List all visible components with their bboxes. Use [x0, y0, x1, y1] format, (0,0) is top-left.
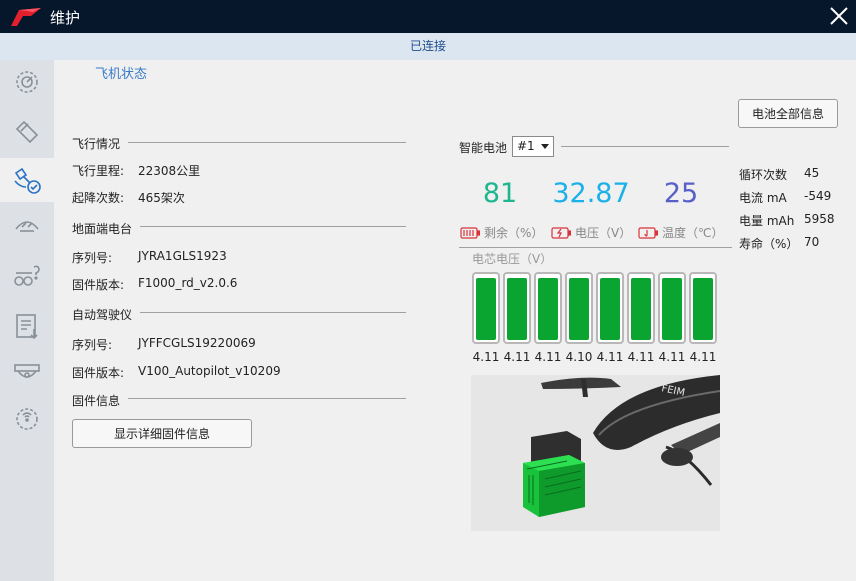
capacity-label: 电量 mAh — [739, 214, 795, 228]
current-value: -549 — [804, 189, 832, 203]
nav-diagnosis[interactable] — [0, 256, 54, 296]
landings-label: 起降次数: — [72, 191, 125, 205]
battery-cell — [472, 272, 500, 344]
temperature-metric: 温度（℃） — [638, 224, 723, 241]
battery-cell — [689, 272, 717, 344]
battery-cell — [503, 272, 531, 344]
battery-cell — [534, 272, 562, 344]
title-bar: 维护 — [0, 0, 856, 33]
remaining-value: 81 — [482, 178, 518, 209]
cycles-value: 45 — [804, 166, 820, 180]
battery-cell-voltage: 4.11 — [596, 350, 624, 364]
battery-cell-fill — [476, 278, 496, 340]
battery-voltage-icon — [551, 226, 571, 239]
battery-cell-voltage: 4.11 — [472, 350, 500, 364]
current-label: 电流 mA — [739, 191, 787, 205]
battery-cell — [565, 272, 593, 344]
temperature-value: 25 — [663, 178, 699, 209]
battery-cell — [658, 272, 686, 344]
connection-status: 已连接 — [0, 33, 856, 60]
battery-cell-voltage: 4.11 — [658, 350, 686, 364]
nav-tag[interactable] — [0, 112, 54, 152]
capacity-value: 5958 — [804, 212, 835, 226]
life-label: 寿命（%） — [739, 237, 799, 251]
wireless-gear-icon — [16, 408, 38, 430]
sidebar — [0, 60, 54, 581]
flight-section-title: 飞行情况 — [72, 137, 121, 151]
section-divider — [128, 398, 406, 399]
remaining-label: 剩余（%） — [484, 226, 544, 240]
battery-cell-voltage: 4.11 — [689, 350, 717, 364]
landings-value: 465架次 — [138, 191, 185, 205]
battery-cell-fill — [538, 278, 558, 340]
log-download-icon — [16, 314, 38, 340]
battery-cell-voltage: 4.11 — [627, 350, 655, 364]
satellite-check-icon — [14, 167, 41, 194]
voltage-label: 电压（V） — [575, 226, 632, 240]
battery-cell — [627, 272, 655, 344]
temperature-label: 温度（℃） — [662, 226, 724, 240]
battery-cell-fill — [662, 278, 682, 340]
ground-firmware-value: F1000_rd_v2.0.6 — [138, 276, 238, 290]
battery-all-info-button[interactable]: 电池全部信息 — [738, 99, 838, 128]
show-firmware-details-button[interactable]: 显示详细固件信息 — [72, 419, 252, 448]
battery-cell-voltage: 4.11 — [534, 350, 562, 364]
section-divider — [140, 312, 406, 313]
autopilot-firmware-label: 固件版本: — [72, 366, 125, 380]
ground-station-section-title: 地面端电台 — [72, 222, 133, 236]
cycles-label: 循环次数 — [739, 168, 788, 182]
drone-battery-image: FEIM — [471, 375, 720, 531]
section-divider — [128, 142, 406, 143]
chevron-down-icon — [541, 144, 549, 149]
battery-cell-fill — [631, 278, 651, 340]
battery-select[interactable]: #1 — [512, 136, 554, 157]
smart-battery-title: 智能电池 — [459, 141, 508, 155]
autopilot-firmware-value: V100_Autopilot_v10209 — [138, 364, 281, 378]
firmware-info-section-title: 固件信息 — [72, 394, 121, 408]
battery-level-icon — [460, 226, 480, 239]
app-logo-icon — [11, 8, 41, 26]
battery-cell — [596, 272, 624, 344]
section-divider — [561, 146, 729, 147]
pod-icon — [14, 364, 40, 378]
dashboard-gear-icon — [16, 71, 38, 93]
nav-dashboard[interactable] — [0, 62, 54, 102]
mileage-value: 22308公里 — [138, 164, 201, 178]
close-icon[interactable] — [828, 5, 850, 27]
cell-voltage-title: 电芯电压（V） — [472, 252, 553, 266]
autopilot-serial-value: JYFFCGLS19220069 — [138, 336, 256, 350]
autopilot-section-title: 自动驾驶仪 — [72, 308, 133, 322]
mileage-label: 飞行里程: — [72, 164, 125, 178]
voltage-metric: 电压（V） — [551, 224, 631, 241]
ground-serial-label: 序列号: — [72, 251, 113, 265]
voltage-value: 32.87 — [552, 178, 630, 209]
battery-cell-fill — [507, 278, 527, 340]
drone-illustration: FEIM — [471, 375, 720, 531]
nav-motor[interactable] — [0, 206, 54, 246]
battery-cell-fill — [569, 278, 589, 340]
ground-firmware-label: 固件版本: — [72, 278, 125, 292]
drone-help-icon — [14, 265, 40, 286]
nav-log[interactable] — [0, 306, 54, 346]
nav-wireless[interactable] — [0, 398, 54, 438]
battery-cell-voltage: 4.11 — [503, 350, 531, 364]
ground-serial-value: JYRA1GLS1923 — [138, 249, 227, 263]
window-title: 维护 — [50, 9, 81, 27]
life-value: 70 — [804, 235, 820, 249]
nav-pod[interactable] — [0, 352, 54, 392]
battery-cell-voltage: 4.10 — [565, 350, 593, 364]
motor-icon — [15, 221, 39, 232]
section-divider — [140, 226, 406, 227]
remaining-metric: 剩余（%） — [460, 224, 543, 241]
page-title: 飞机状态 — [95, 67, 148, 82]
battery-cell-fill — [693, 278, 713, 340]
tag-icon — [15, 120, 39, 144]
nav-aircraft-status[interactable] — [0, 158, 54, 202]
battery-cell-fill — [600, 278, 620, 340]
battery-select-value: #1 — [517, 139, 535, 153]
section-divider — [459, 247, 732, 248]
battery-temperature-icon — [638, 226, 658, 239]
autopilot-serial-label: 序列号: — [72, 338, 113, 352]
